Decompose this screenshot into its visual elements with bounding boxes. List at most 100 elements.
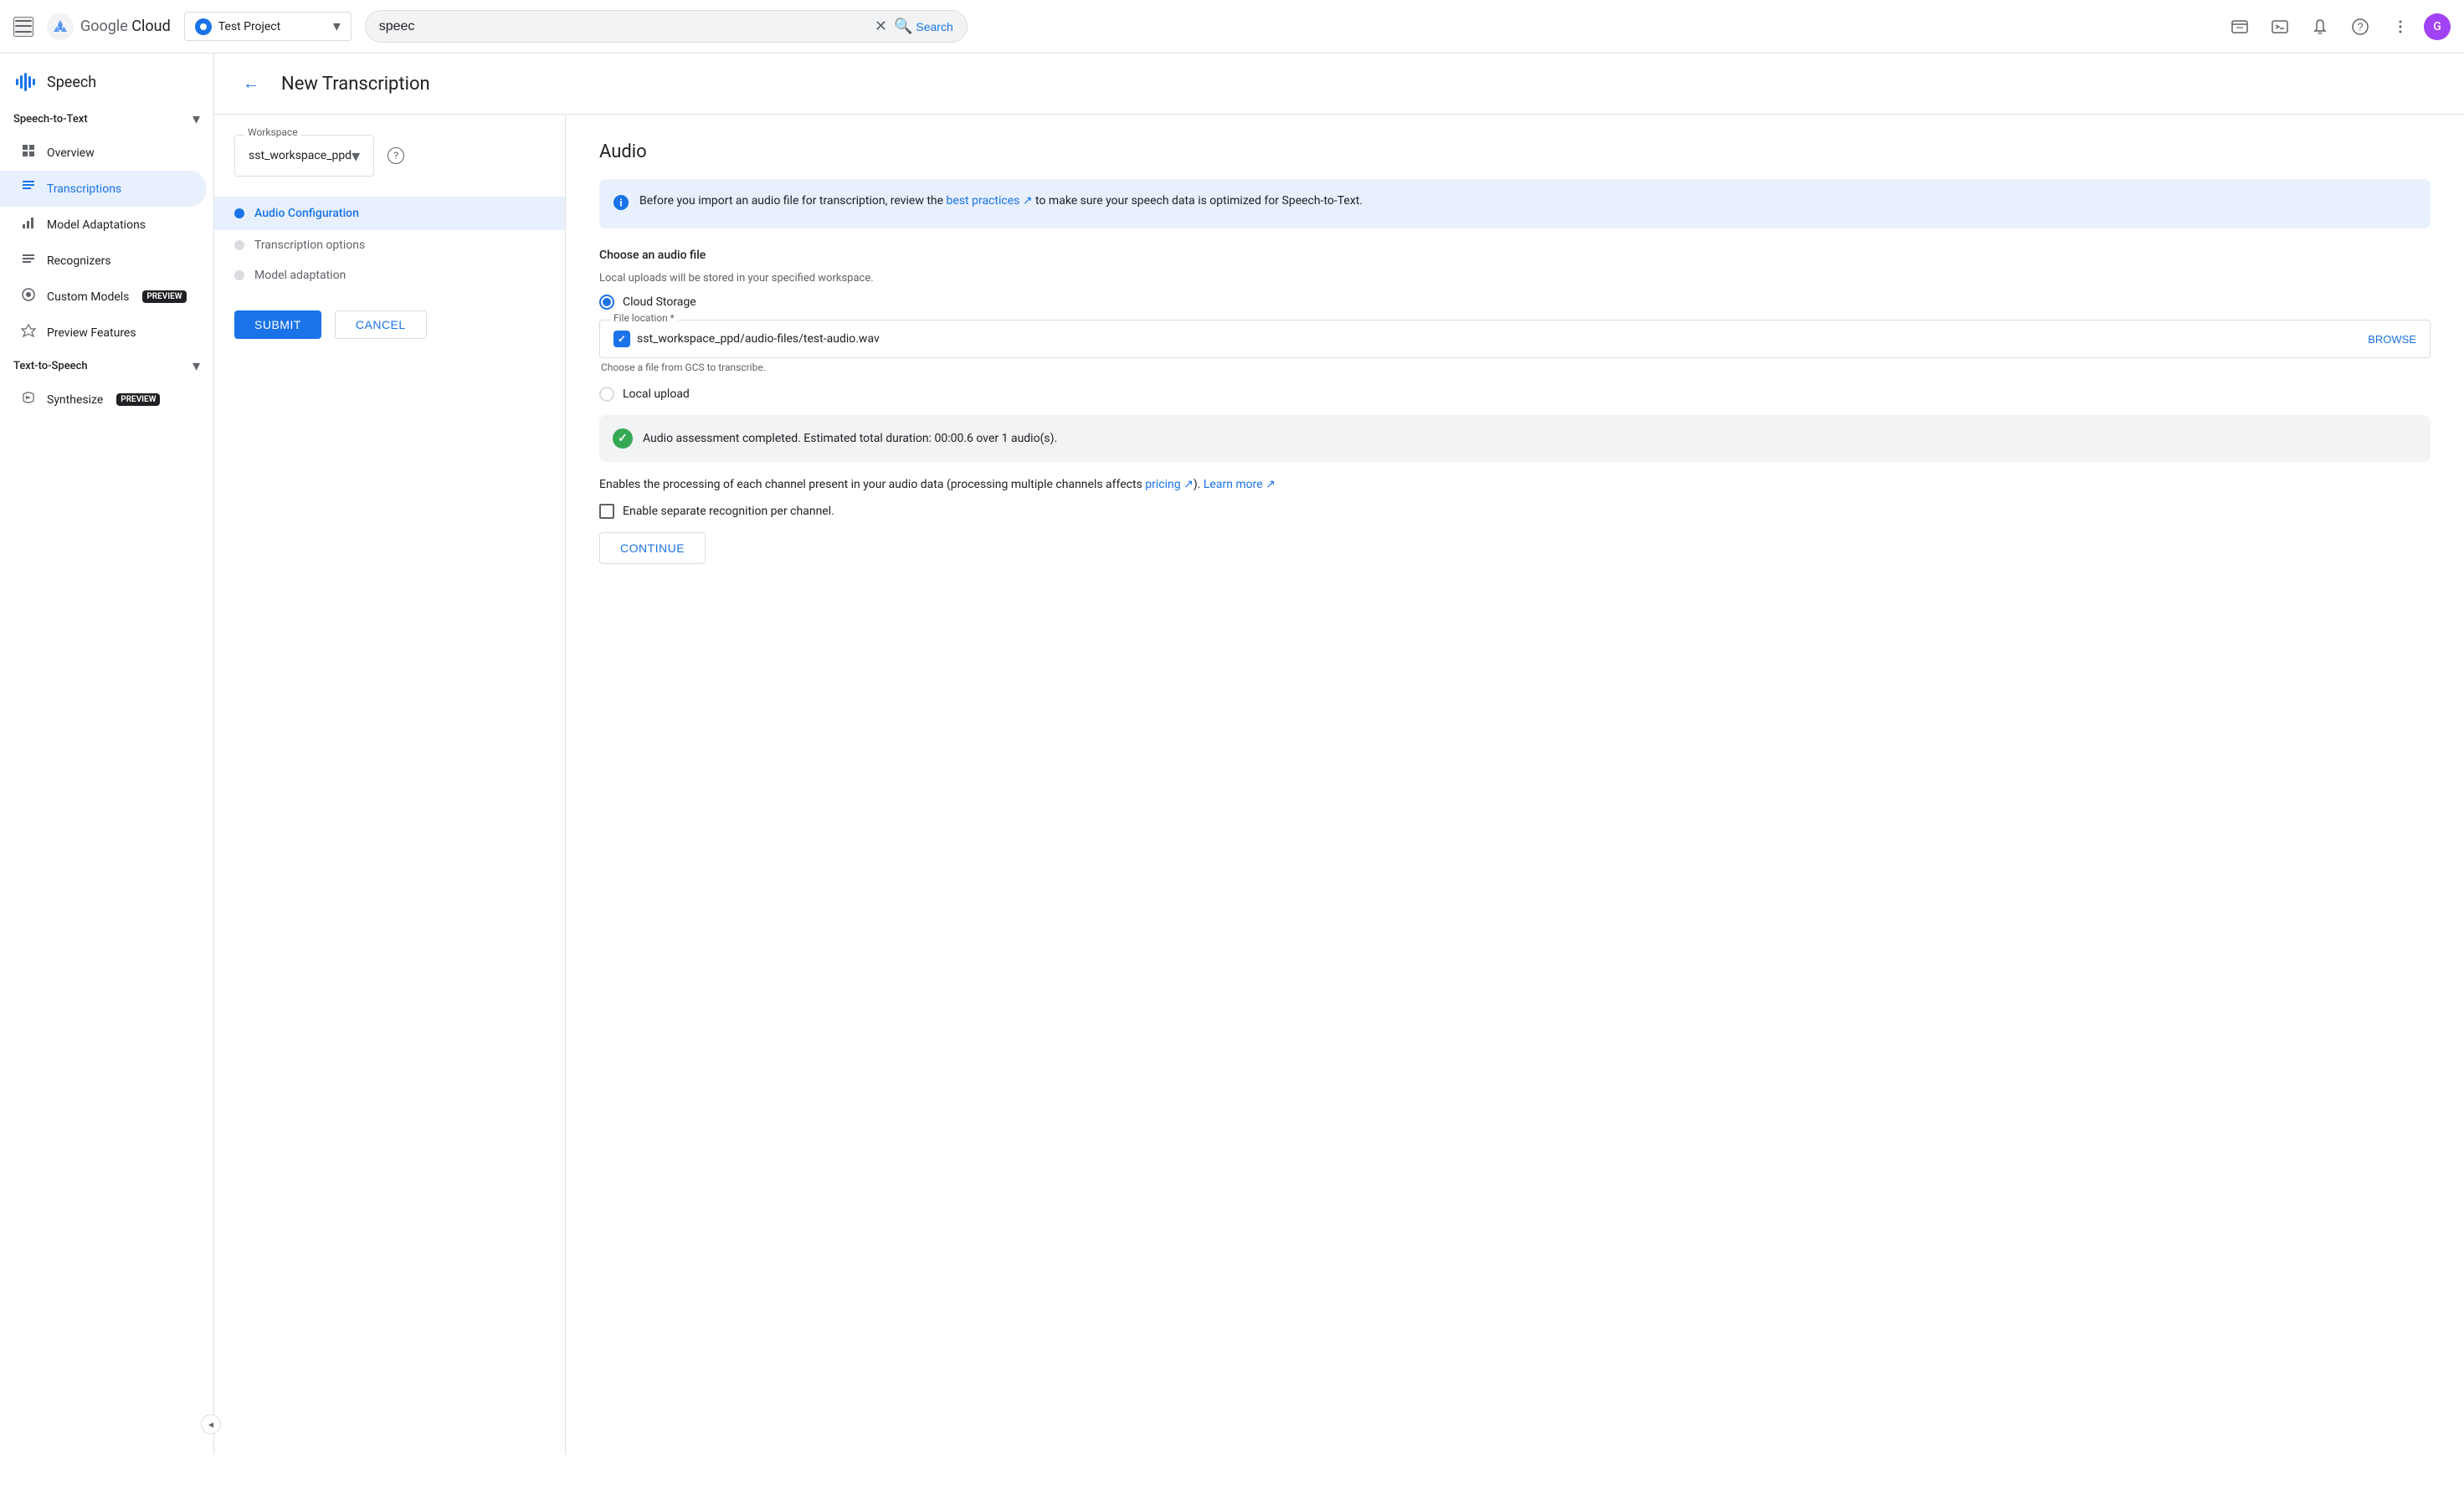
step-dot-transcription [234, 240, 244, 250]
steps-list: Audio Configuration Transcription option… [234, 197, 545, 290]
step-model-adaptation[interactable]: Model adaptation [234, 260, 545, 290]
sidebar-item-custom-models[interactable]: Custom Models PREVIEW [0, 279, 207, 315]
bell-icon [2311, 18, 2329, 36]
channel-desc-after: ). [1194, 478, 1204, 491]
text-to-speech-chevron-icon: ▾ [192, 357, 200, 375]
sidebar-item-synthesize[interactable]: Synthesize PREVIEW [0, 382, 207, 418]
cloud-storage-radio[interactable] [599, 295, 614, 310]
workspace-group: Workspace sst_workspace_ppd ▾ ? .workspa… [234, 135, 545, 177]
workspace-value: sst_workspace_ppd [249, 149, 352, 162]
continue-button[interactable]: CONTINUE [599, 532, 706, 564]
channel-checkbox-row: Enable separate recognition per channel. [599, 504, 2431, 519]
transcriptions-icon [20, 179, 37, 198]
file-check-icon [613, 331, 630, 347]
choose-audio-label: Choose an audio file [599, 249, 2431, 262]
google-cloud-logo[interactable]: G Google Cloud [47, 13, 171, 40]
speech-to-text-section-header[interactable]: Speech-to-Text ▾ [0, 104, 213, 135]
submit-button[interactable]: SUBMIT [234, 310, 321, 339]
model-adaptations-icon [20, 215, 37, 234]
main-layout: Speech Speech-to-Text ▾ Overview Transcr… [0, 54, 2464, 1454]
sidebar-collapse-button[interactable]: ◂ [201, 1414, 214, 1434]
top-navigation: G Google Cloud Test Project ▾ ✕ 🔍 Search [0, 0, 2464, 54]
audio-section-title: Audio [599, 141, 2431, 162]
sidebar-item-transcriptions[interactable]: Transcriptions [0, 171, 207, 207]
synthesize-icon [20, 390, 37, 409]
synthesize-preview-badge: PREVIEW [116, 393, 160, 406]
channel-description: Enables the processing of each channel p… [599, 475, 2431, 494]
channel-checkbox-label: Enable separate recognition per channel. [623, 505, 834, 518]
cancel-button[interactable]: CANCEL [335, 310, 427, 339]
avatar[interactable]: G [2424, 13, 2451, 40]
svg-text:G: G [58, 24, 63, 32]
custom-models-icon [20, 287, 37, 306]
back-button[interactable]: ← [234, 67, 268, 100]
file-path-value: sst_workspace_ppd/audio-files/test-audio… [637, 332, 2361, 346]
page-header: ← New Transcription [214, 54, 2464, 115]
step-dot-audio [234, 208, 244, 218]
project-indicator [195, 18, 212, 35]
workspace-label: Workspace [244, 126, 301, 138]
notifications-button[interactable] [2303, 10, 2337, 44]
svg-text:i: i [619, 197, 622, 209]
pricing-link[interactable]: pricing ↗ [1145, 478, 1194, 491]
two-column-layout: Workspace sst_workspace_ppd ▾ ? .workspa… [214, 115, 2464, 1454]
local-uploads-note: Local uploads will be stored in your spe… [599, 272, 2431, 285]
sidebar-item-preview-features[interactable]: Preview Features [0, 315, 207, 351]
sidebar-item-model-adaptations[interactable]: Model Adaptations [0, 207, 207, 243]
search-bar: ✕ 🔍 Search [365, 10, 968, 43]
assessment-box: Audio assessment completed. Estimated to… [599, 415, 2431, 462]
sidebar-item-recognizers[interactable]: Recognizers [0, 243, 207, 279]
terminal-icon-button[interactable] [2263, 10, 2297, 44]
local-upload-radio[interactable] [599, 387, 614, 402]
info-text-before: Before you import an audio file for tran… [639, 194, 947, 208]
info-icon: i [613, 194, 629, 215]
speech-to-text-section-title: Speech-to-Text [13, 113, 88, 126]
file-hint-text: Choose a file from GCS to transcribe. [599, 362, 2431, 373]
cloud-storage-option[interactable]: Cloud Storage [599, 295, 2431, 310]
support-icon-button[interactable] [2223, 10, 2256, 44]
search-input[interactable] [379, 19, 868, 34]
svg-text:?: ? [2357, 20, 2363, 33]
workspace-chevron-icon: ▾ [352, 146, 360, 166]
project-selector[interactable]: Test Project ▾ [184, 12, 352, 41]
channel-desc-before: Enables the processing of each channel p… [599, 478, 1145, 491]
cloud-storage-label: Cloud Storage [623, 295, 696, 309]
step-label-audio: Audio Configuration [254, 207, 359, 220]
learn-more-link[interactable]: Learn more ↗ [1204, 478, 1276, 491]
workspace-help-button[interactable]: ? [388, 147, 404, 164]
sidebar-item-label-synthesize: Synthesize [47, 393, 103, 407]
sidebar-item-label-transcriptions: Transcriptions [47, 182, 121, 196]
step-label-transcription: Transcription options [254, 239, 365, 252]
sidebar-item-label-custom-models: Custom Models [47, 290, 129, 304]
project-chevron-icon: ▾ [333, 18, 341, 35]
file-location-inner: sst_workspace_ppd/audio-files/test-audio… [600, 321, 2430, 357]
left-panel: Workspace sst_workspace_ppd ▾ ? .workspa… [214, 115, 566, 1454]
search-clear-icon[interactable]: ✕ [875, 18, 887, 35]
text-to-speech-section-header[interactable]: Text-to-Speech ▾ [0, 351, 213, 382]
step-transcription-options[interactable]: Transcription options [234, 230, 545, 260]
best-practices-link[interactable]: best practices ↗ [947, 194, 1033, 208]
sidebar-item-label-overview: Overview [47, 146, 95, 160]
help-button[interactable]: ? [2343, 10, 2377, 44]
more-options-button[interactable] [2384, 10, 2417, 44]
content-area: ← New Transcription Workspace sst_worksp… [214, 54, 2464, 1454]
workspace-selector[interactable]: sst_workspace_ppd ▾ [234, 135, 374, 177]
action-buttons: SUBMIT CANCEL [234, 310, 545, 339]
app-name-label: Speech [47, 74, 96, 91]
text-to-speech-section-title: Text-to-Speech [13, 360, 88, 372]
step-audio-configuration[interactable]: Audio Configuration [214, 197, 565, 230]
sidebar-item-label-model-adaptations: Model Adaptations [47, 218, 146, 232]
channel-checkbox[interactable] [599, 504, 614, 519]
search-button[interactable]: 🔍 Search [894, 18, 953, 35]
preview-features-icon [20, 323, 37, 342]
browse-button[interactable]: BROWSE [2368, 333, 2416, 346]
waveform-icon [16, 73, 35, 91]
support-icon [2230, 18, 2249, 36]
sidebar-item-overview[interactable]: Overview [0, 135, 207, 171]
speech-to-text-chevron-icon: ▾ [192, 110, 200, 128]
local-upload-option[interactable]: Local upload [599, 387, 2431, 402]
step-dot-model [234, 270, 244, 280]
file-location-label: File location * [610, 312, 678, 324]
hamburger-menu-button[interactable] [13, 17, 33, 37]
nav-icons-group: ? G [2223, 10, 2451, 44]
